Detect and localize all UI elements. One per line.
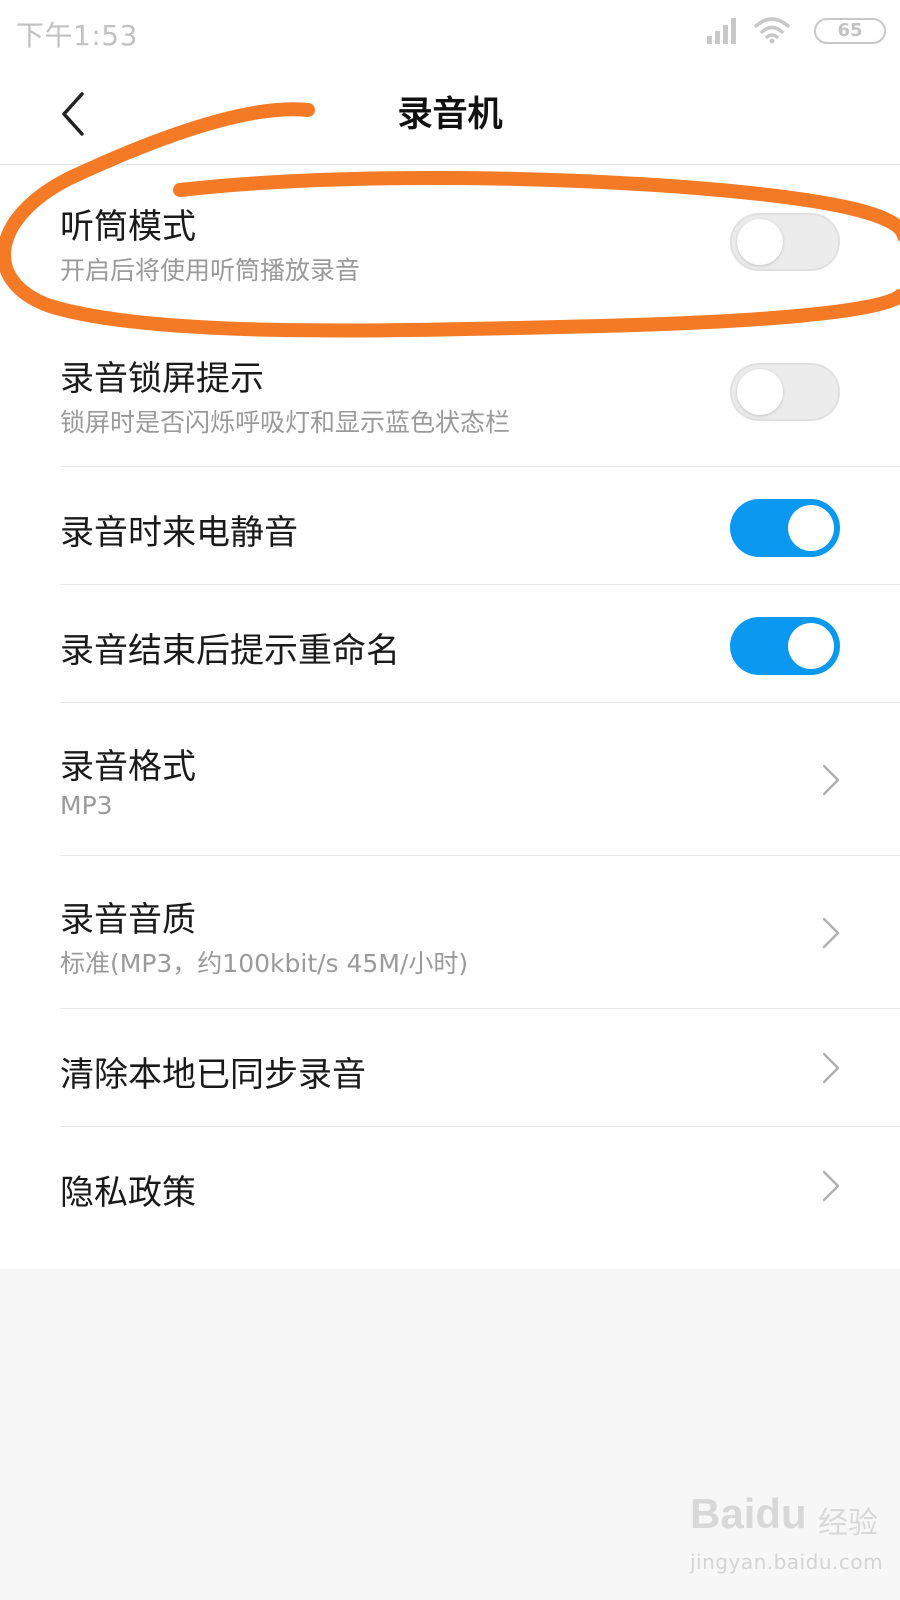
signal-icon <box>707 18 736 44</box>
setting-subtitle: 开启后将使用听筒播放录音 <box>60 256 361 285</box>
toggle-knob <box>737 369 783 415</box>
setting-title: 录音格式 <box>60 747 196 787</box>
mute-calls-toggle[interactable] <box>730 499 840 557</box>
rename-prompt-toggle[interactable] <box>730 617 840 675</box>
settings-list: 听筒模式 开启后将使用听筒播放录音 录音锁屏提示 锁屏时是否闪烁呼吸灯和显示蓝色… <box>0 165 900 1269</box>
wifi-icon <box>754 17 790 44</box>
setting-title: 录音音质 <box>60 900 196 940</box>
chevron-right-icon <box>822 764 840 796</box>
setting-title: 录音结束后提示重命名 <box>60 631 400 671</box>
setting-earpiece-mode[interactable]: 听筒模式 开启后将使用听筒播放录音 <box>0 165 900 315</box>
watermark-product: 经验 <box>818 1506 878 1541</box>
setting-recording-format[interactable]: 录音格式 MP3 <box>0 703 900 856</box>
setting-lockscreen-hint[interactable]: 录音锁屏提示 锁屏时是否闪烁呼吸灯和显示蓝色状态栏 <box>0 315 900 467</box>
chevron-right-icon <box>822 1052 840 1084</box>
status-time: 下午1:53 <box>16 19 138 52</box>
setting-mute-calls[interactable]: 录音时来电静音 <box>0 467 900 585</box>
watermark-brand: Baidu <box>690 1490 807 1537</box>
earpiece-mode-toggle[interactable] <box>730 213 840 271</box>
toggle-knob <box>788 623 834 669</box>
battery-icon: 65 <box>814 18 886 44</box>
toggle-knob <box>737 219 783 265</box>
lockscreen-hint-toggle[interactable] <box>730 363 840 421</box>
header: 录音机 <box>0 62 900 165</box>
setting-subtitle: MP3 <box>60 791 113 820</box>
chevron-right-icon <box>822 917 840 949</box>
setting-title: 录音锁屏提示 <box>60 359 264 399</box>
setting-subtitle: 标准(MP3，约100kbit/s 45M/小时) <box>60 949 469 978</box>
setting-subtitle: 锁屏时是否闪烁呼吸灯和显示蓝色状态栏 <box>60 408 511 437</box>
watermark-url: jingyan.baidu.com <box>690 1550 884 1574</box>
setting-title: 清除本地已同步录音 <box>60 1055 366 1095</box>
chevron-right-icon <box>822 1170 840 1202</box>
setting-title: 录音时来电静音 <box>60 513 298 553</box>
page-title: 录音机 <box>397 95 503 135</box>
toggle-knob <box>788 505 834 551</box>
setting-title: 听筒模式 <box>60 207 196 247</box>
setting-clear-synced[interactable]: 清除本地已同步录音 <box>0 1009 900 1127</box>
status-bar: 下午1:53 65 <box>0 0 900 62</box>
setting-recording-quality[interactable]: 录音音质 标准(MP3，约100kbit/s 45M/小时) <box>0 856 900 1009</box>
setting-rename-prompt[interactable]: 录音结束后提示重命名 <box>0 585 900 703</box>
watermark: Baidu 经验 jingyan.baidu.com <box>690 1490 890 1590</box>
setting-privacy-policy[interactable]: 隐私政策 <box>0 1127 900 1245</box>
setting-title: 隐私政策 <box>60 1173 196 1213</box>
